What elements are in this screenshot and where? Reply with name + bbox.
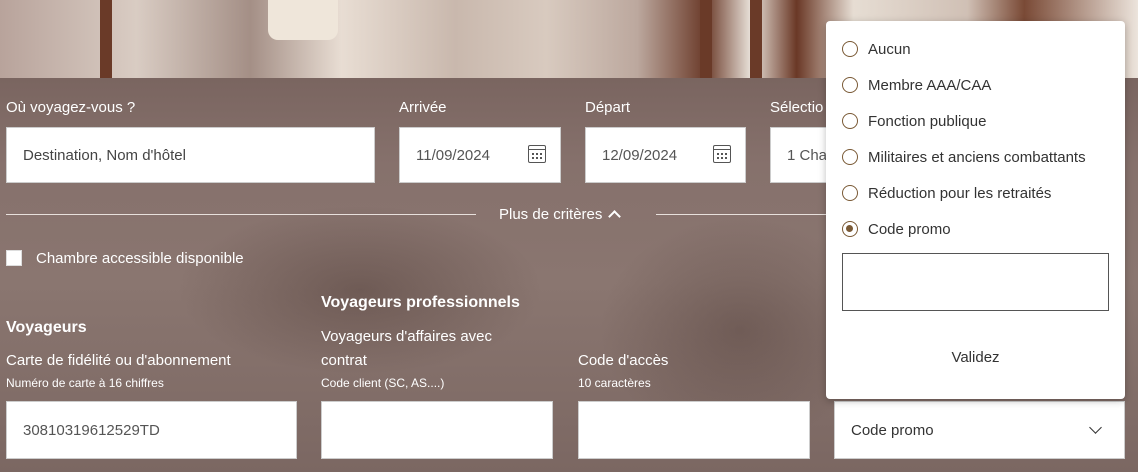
departure-date-field[interactable]: 12/09/2024: [585, 127, 746, 183]
radio-button[interactable]: [842, 41, 858, 57]
travelers-heading: Voyageurs: [6, 319, 87, 336]
promo-code-input[interactable]: [842, 253, 1109, 311]
destination-label: Où voyagez-vous ?: [6, 99, 136, 116]
loyalty-hint: Numéro de carte à 16 chiffres: [6, 376, 164, 390]
rate-option-none[interactable]: Aucun: [842, 38, 911, 60]
arrival-label: Arrivée: [399, 99, 447, 116]
radio-button[interactable]: [842, 149, 858, 165]
rate-option-label: Aucun: [868, 40, 911, 58]
access-code-input[interactable]: [578, 401, 810, 459]
loyalty-label: Carte de fidélité ou d'abonnement: [6, 352, 231, 369]
rate-option-promo-code[interactable]: Code promo: [842, 218, 951, 240]
loyalty-card-value: 30810319612529TD: [23, 421, 160, 439]
calendar-icon[interactable]: [713, 145, 731, 163]
divider-right: [656, 214, 831, 215]
bedpost: [100, 0, 112, 78]
validate-button[interactable]: Validez: [826, 349, 1125, 366]
rate-option-aaa-caa[interactable]: Membre AAA/CAA: [842, 74, 991, 96]
window-frame: [700, 0, 712, 78]
rate-option-label: Réduction pour les retraités: [868, 184, 1052, 202]
more-criteria-label: Plus de critères: [499, 206, 603, 223]
rate-type-selected: Code promo: [851, 421, 934, 439]
rate-option-senior[interactable]: Réduction pour les retraités: [842, 182, 1051, 204]
access-code-hint: 10 caractères: [578, 376, 651, 390]
contract-label-line2: contrat: [321, 352, 367, 369]
radio-button[interactable]: [842, 185, 858, 201]
accessible-room-checkbox[interactable]: [6, 250, 22, 266]
arrival-date-value: 11/09/2024: [416, 146, 490, 164]
window-frame: [750, 0, 762, 78]
business-heading: Voyageurs professionnels: [321, 294, 520, 311]
client-code-input[interactable]: [321, 401, 553, 459]
lamp-shade: [268, 0, 338, 40]
rate-option-label: Fonction publique: [868, 112, 987, 130]
radio-button[interactable]: [842, 113, 858, 129]
rate-option-military[interactable]: Militaires et anciens combattants: [842, 146, 1086, 168]
rate-type-dropdown: Aucun Membre AAA/CAA Fonction publique M…: [826, 21, 1125, 399]
departure-label: Départ: [585, 99, 631, 116]
contract-label-line1: Voyageurs d'affaires avec: [321, 328, 493, 345]
rate-type-select[interactable]: Code promo: [834, 401, 1125, 459]
chevron-up-icon: [608, 210, 622, 223]
divider-left: [6, 214, 476, 215]
accessible-room-label: Chambre accessible disponible: [36, 250, 244, 267]
rate-option-label: Militaires et anciens combattants: [868, 148, 1086, 166]
rate-option-label: Membre AAA/CAA: [868, 76, 992, 94]
rooms-label: Sélectio: [770, 99, 824, 116]
destination-input[interactable]: Destination, Nom d'hôtel: [6, 127, 375, 183]
calendar-icon[interactable]: [528, 145, 546, 163]
loyalty-card-input[interactable]: 30810319612529TD: [6, 401, 297, 459]
more-criteria-toggle[interactable]: Plus de critères: [499, 206, 622, 223]
contract-hint: Code client (SC, AS....): [321, 376, 445, 390]
radio-button-selected[interactable]: [842, 221, 858, 237]
rate-option-label: Code promo: [868, 220, 951, 238]
access-code-label: Code d'accès: [578, 352, 669, 369]
chevron-down-icon: [1089, 421, 1102, 434]
rate-option-government[interactable]: Fonction publique: [842, 110, 986, 132]
departure-date-value: 12/09/2024: [602, 146, 678, 164]
arrival-date-field[interactable]: 11/09/2024: [399, 127, 561, 183]
destination-placeholder: Destination, Nom d'hôtel: [23, 146, 186, 164]
radio-button[interactable]: [842, 77, 858, 93]
rooms-value: 1 Cha: [787, 146, 828, 164]
